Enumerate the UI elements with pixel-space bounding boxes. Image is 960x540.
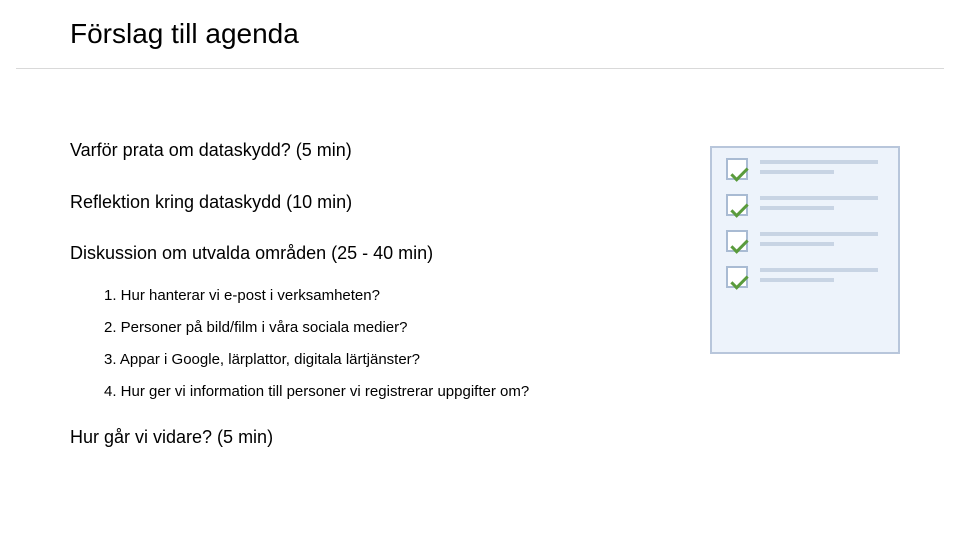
agenda-item: Hur går vi vidare? (5 min) [70,427,630,449]
placeholder-lines [760,230,884,252]
agenda-item: Varför prata om dataskydd? (5 min) [70,140,630,162]
agenda-subitem: 2. Personer på bild/film i våra sociala … [104,319,630,337]
agenda-subitem: 3. Appar i Google, lärplattor, digitala … [104,351,630,369]
agenda-item: Diskussion om utvalda områden (25 - 40 m… [70,243,630,265]
line-icon [760,268,878,272]
line-icon [760,278,834,282]
agenda-subitem: 4. Hur ger vi information till personer … [104,383,630,401]
slide: Förslag till agenda Varför prata om data… [0,0,960,540]
checklist-row [712,148,898,184]
line-icon [760,196,878,200]
line-icon [760,242,834,246]
placeholder-lines [760,158,884,180]
placeholder-lines [760,194,884,216]
checklist-row [712,220,898,256]
line-icon [760,170,834,174]
agenda-item: Reflektion kring dataskydd (10 min) [70,192,630,214]
checklist-row [712,256,898,292]
line-icon [760,160,878,164]
checkbox-checked-icon [726,194,748,216]
agenda-sublist: 1. Hur hanterar vi e-post i verksamheten… [104,287,630,401]
divider [16,68,944,69]
line-icon [760,232,878,236]
placeholder-lines [760,266,884,288]
checklist-row [712,184,898,220]
page-title: Förslag till agenda [70,18,299,50]
line-icon [760,206,834,210]
checkbox-checked-icon [726,158,748,180]
agenda-subitem: 1. Hur hanterar vi e-post i verksamheten… [104,287,630,305]
checkbox-checked-icon [726,230,748,252]
checklist-illustration-icon [710,146,900,354]
agenda-body: Varför prata om dataskydd? (5 min) Refle… [70,140,630,448]
checkbox-checked-icon [726,266,748,288]
